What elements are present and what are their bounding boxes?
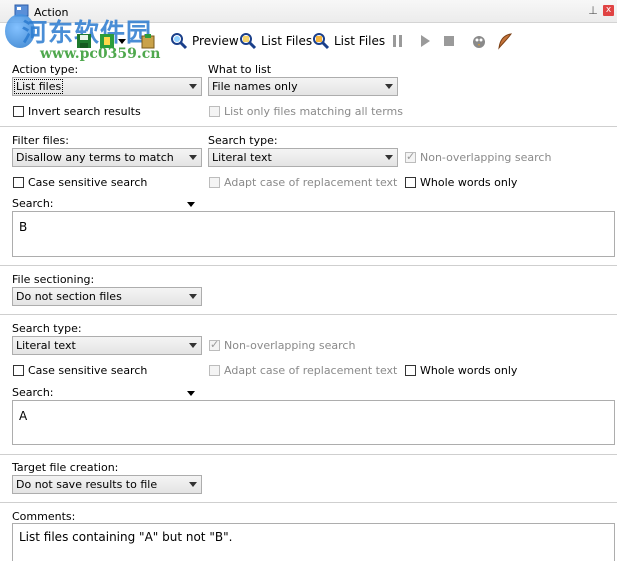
search-1-label: Search:: [12, 197, 54, 210]
close-button[interactable]: x: [603, 5, 614, 16]
target-file-label: Target file creation:: [12, 461, 119, 474]
search-2-value: A: [19, 409, 28, 423]
what-to-list-value: File names only: [212, 80, 298, 93]
preview-icon[interactable]: [170, 32, 188, 50]
adapt-case-1-label: Adapt case of replacement text: [224, 176, 398, 189]
comments-input[interactable]: List files containing "A" but not "B".: [12, 523, 615, 561]
list-only-matching-label: List only files matching all terms: [224, 105, 403, 118]
search-2-history-icon[interactable]: [187, 391, 195, 396]
comments-label: Comments:: [12, 510, 76, 523]
search-2-input[interactable]: A: [12, 400, 615, 445]
target-file-select[interactable]: Do not save results to file: [12, 475, 202, 494]
play-icon[interactable]: [419, 34, 431, 48]
chevron-down-icon: [189, 294, 197, 299]
divider: [0, 502, 617, 503]
action-type-value: List files: [14, 79, 64, 94]
non-overlap-1-checkbox[interactable]: ✓: [405, 150, 416, 163]
non-overlap-2-label: Non-overlapping search: [224, 339, 356, 352]
filter-files-label: Filter files:: [12, 134, 69, 147]
file-sectioning-label: File sectioning:: [12, 273, 95, 286]
filter-files-select[interactable]: Disallow any terms to match: [12, 148, 202, 167]
pause-icon[interactable]: [392, 34, 404, 48]
case-sensitive-1-label: Case sensitive search: [28, 176, 148, 189]
chevron-down-icon: [189, 84, 197, 89]
action-type-label: Action type:: [12, 63, 79, 76]
feather-icon[interactable]: [496, 32, 514, 50]
divider: [0, 265, 617, 266]
case-sensitive-2-label: Case sensitive search: [28, 364, 148, 377]
search-1-history-icon[interactable]: [187, 202, 195, 207]
list-files-button[interactable]: List Files: [261, 34, 312, 48]
divider: [0, 126, 617, 127]
chevron-down-icon: [385, 84, 393, 89]
list-files2-button[interactable]: List Files: [334, 34, 385, 48]
list-files-icon[interactable]: [239, 32, 257, 50]
case-sensitive-1-checkbox[interactable]: [13, 177, 24, 188]
bird-icon[interactable]: [470, 32, 488, 50]
whole-words-2-checkbox[interactable]: [405, 365, 416, 376]
non-overlap-1-label: Non-overlapping search: [420, 151, 552, 164]
search-type-2-label: Search type:: [12, 322, 82, 335]
checkmark-icon: ✓: [406, 150, 416, 163]
divider: [0, 454, 617, 455]
list-files2-icon[interactable]: [312, 32, 330, 50]
adapt-case-2-checkbox[interactable]: [209, 365, 220, 376]
invert-results-checkbox[interactable]: [13, 106, 24, 117]
save-icon[interactable]: [76, 33, 92, 49]
what-to-list-label: What to list: [208, 63, 272, 76]
what-to-list-select[interactable]: File names only: [208, 77, 398, 96]
save-green-icon[interactable]: [99, 33, 115, 49]
search-1-input[interactable]: B: [12, 211, 615, 257]
search-type-1-value: Literal text: [212, 151, 272, 164]
search-type-1-select[interactable]: Literal text: [208, 148, 398, 167]
clipboard-icon[interactable]: [140, 33, 156, 49]
pin-icon[interactable]: ⊥: [587, 5, 599, 17]
dropdown-icon[interactable]: [118, 37, 126, 45]
checkmark-icon: ✓: [210, 338, 220, 351]
chevron-down-icon: [189, 343, 197, 348]
whole-words-2-label: Whole words only: [420, 364, 518, 377]
search-type-1-label: Search type:: [208, 134, 278, 147]
target-file-value: Do not save results to file: [16, 478, 158, 491]
file-sectioning-value: Do not section files: [16, 290, 122, 303]
filter-files-value: Disallow any terms to match: [16, 151, 174, 164]
chevron-down-icon: [189, 482, 197, 487]
comments-value: List files containing "A" but not "B".: [19, 530, 233, 544]
stop-icon[interactable]: [443, 35, 455, 47]
chevron-down-icon: [385, 155, 393, 160]
adapt-case-1-checkbox[interactable]: [209, 177, 220, 188]
chevron-down-icon: [189, 155, 197, 160]
file-sectioning-select[interactable]: Do not section files: [12, 287, 202, 306]
divider: [0, 314, 617, 315]
search-type-2-select[interactable]: Literal text: [12, 336, 202, 355]
search-type-2-value: Literal text: [16, 339, 76, 352]
action-type-select[interactable]: List files: [12, 77, 202, 96]
invert-results-label: Invert search results: [28, 105, 141, 118]
search-2-label: Search:: [12, 386, 54, 399]
list-only-matching-checkbox[interactable]: [209, 106, 220, 117]
toolbar: Preview List Files List Files: [0, 28, 617, 56]
whole-words-1-checkbox[interactable]: [405, 177, 416, 188]
non-overlap-2-checkbox[interactable]: ✓: [209, 338, 220, 351]
whole-words-1-label: Whole words only: [420, 176, 518, 189]
search-1-value: B: [19, 220, 28, 234]
preview-button[interactable]: Preview: [192, 34, 239, 48]
adapt-case-2-label: Adapt case of replacement text: [224, 364, 398, 377]
case-sensitive-2-checkbox[interactable]: [13, 365, 24, 376]
